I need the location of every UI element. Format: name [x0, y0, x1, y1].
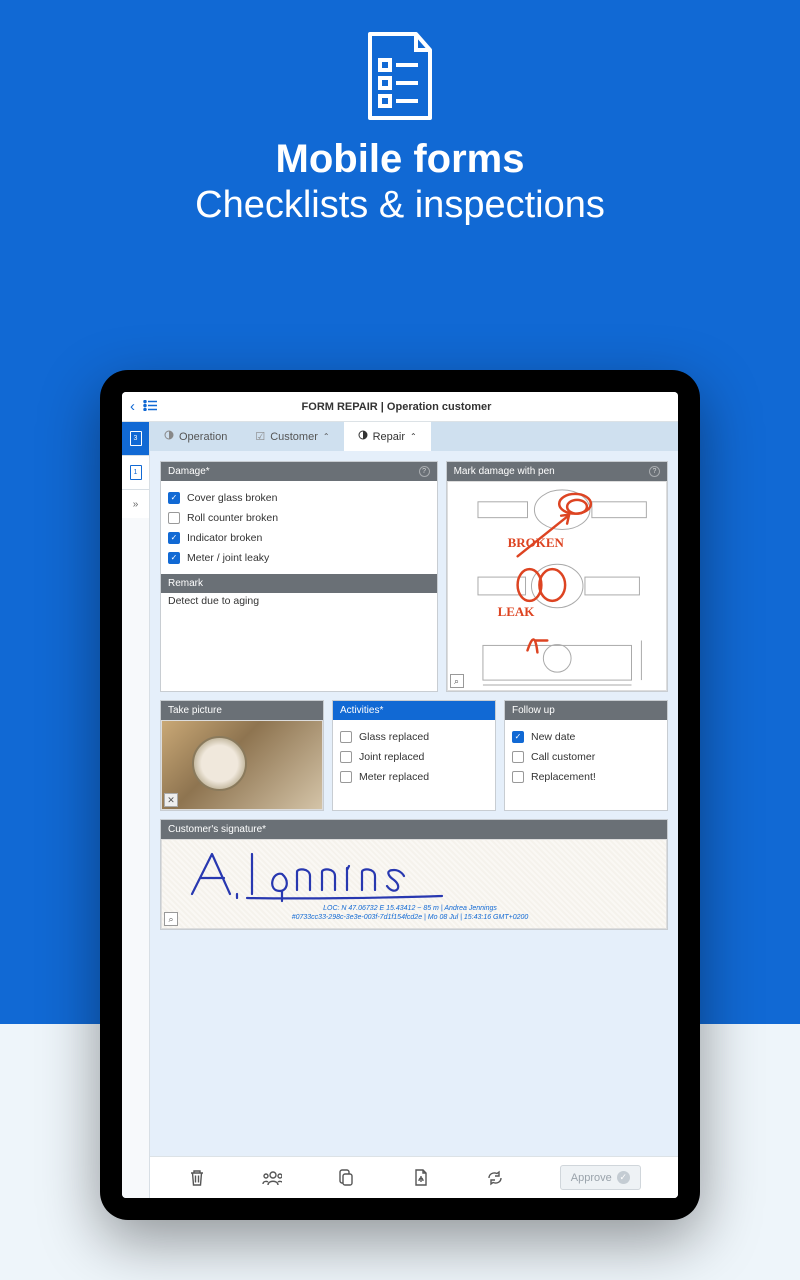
checkbox-row[interactable]: Meter replaced [340, 767, 488, 787]
side-rail: 3 1 » [122, 422, 150, 1198]
activities-panel: Activities* Glass replaced Joint replace… [332, 700, 496, 811]
checkbox-icon: ✓ [168, 552, 180, 564]
damage-title: Damage* [168, 466, 210, 477]
checkbox-icon [512, 751, 524, 763]
page-title: FORM REPAIR | Operation customer [157, 401, 636, 413]
followup-title: Follow up [512, 705, 555, 716]
mark-damage-panel: Mark damage with pen? [446, 461, 668, 692]
signature-title: Customer's signature* [168, 824, 266, 835]
trash-icon[interactable] [187, 1168, 207, 1188]
people-icon[interactable] [262, 1168, 282, 1188]
take-picture-panel: Take picture ✕ [160, 700, 324, 811]
damage-panel: Damage*? ✓Cover glass broken Roll counte… [160, 461, 438, 692]
checkbox-icon: ✓ [512, 731, 524, 743]
check-square-icon: ☑ [255, 430, 265, 443]
remark-input[interactable]: Detect due to aging [161, 593, 437, 663]
mark-title: Mark damage with pen [454, 466, 555, 477]
top-bar: ‹ FORM REPAIR | Operation customer [122, 392, 678, 422]
checkbox-icon: ✓ [168, 532, 180, 544]
followup-panel: Follow up ✓New date Call customer Replac… [504, 700, 668, 811]
checkbox-row[interactable]: Joint replaced [340, 747, 488, 767]
checkbox-icon [512, 771, 524, 783]
checkbox-row[interactable]: ✓Cover glass broken [168, 488, 430, 508]
approve-button[interactable]: Approve✓ [560, 1165, 641, 1190]
checkbox-row[interactable]: Glass replaced [340, 727, 488, 747]
checkbox-icon [340, 751, 352, 763]
rail-doc-3[interactable]: 3 [122, 422, 149, 456]
chevron-up-icon: ⌃ [410, 432, 417, 441]
hero-banner: Mobile forms Checklists & inspections [0, 0, 800, 227]
sync-icon[interactable] [485, 1168, 505, 1188]
checkbox-icon [168, 512, 180, 524]
signature-field[interactable]: LOC: N 47.06732 E 15.43412 ~ 85 m | Andr… [161, 839, 667, 929]
form-tabs: Operation ☑ Customer ⌃ Repair ⌃ [150, 422, 678, 451]
help-icon[interactable]: ? [419, 466, 430, 477]
checklist-icon [358, 30, 442, 129]
drawing-area[interactable]: BROKEN LEAK ⌕ [447, 481, 667, 691]
remark-title: Remark [168, 578, 203, 589]
pdf-icon[interactable] [411, 1168, 431, 1188]
tab-repair[interactable]: Repair ⌃ [344, 422, 431, 451]
half-circle-icon [164, 430, 174, 443]
activities-title: Activities* [340, 705, 383, 716]
annotation-broken: BROKEN [508, 535, 564, 551]
checkbox-row[interactable]: Call customer [512, 747, 660, 767]
magnify-icon[interactable]: ⌕ [450, 674, 464, 688]
tab-customer[interactable]: ☑ Customer ⌃ [241, 422, 343, 451]
bottom-toolbar: Approve✓ [150, 1156, 678, 1198]
annotation-leak: LEAK [498, 604, 535, 620]
hero-title: Mobile forms [0, 137, 800, 182]
checkbox-icon: ✓ [168, 492, 180, 504]
help-icon[interactable]: ? [649, 466, 660, 477]
tab-operation[interactable]: Operation [150, 422, 241, 451]
magnify-icon[interactable]: ⌕ [164, 912, 178, 926]
rail-expand[interactable]: » [122, 490, 149, 518]
tablet-frame: ‹ FORM REPAIR | Operation customer 3 1 »… [100, 370, 700, 1220]
delete-photo-icon[interactable]: ✕ [164, 793, 178, 807]
checkbox-row[interactable]: Replacement! [512, 767, 660, 787]
chevron-up-icon: ⌃ [323, 432, 330, 441]
back-icon[interactable]: ‹ [130, 398, 135, 415]
checkbox-row[interactable]: ✓New date [512, 727, 660, 747]
hero-subtitle: Checklists & inspections [0, 184, 800, 227]
checkbox-row[interactable]: ✓Meter / joint leaky [168, 548, 430, 568]
half-circle-icon [358, 430, 368, 443]
copy-icon[interactable] [336, 1168, 356, 1188]
picture-title: Take picture [168, 705, 222, 716]
signature-metadata: LOC: N 47.06732 E 15.43412 ~ 85 m | Andr… [162, 904, 658, 922]
checkbox-icon [340, 771, 352, 783]
photo-thumbnail[interactable]: ✕ [161, 720, 323, 810]
signature-panel: Customer's signature* LOC: N 47.06732 E … [160, 819, 668, 930]
checkbox-icon [340, 731, 352, 743]
damage-list: ✓Cover glass broken Roll counter broken … [161, 481, 437, 575]
checkbox-row[interactable]: Roll counter broken [168, 508, 430, 528]
checkbox-row[interactable]: ✓Indicator broken [168, 528, 430, 548]
list-icon[interactable] [143, 400, 157, 414]
rail-doc-1[interactable]: 1 [122, 456, 149, 490]
check-circle-icon: ✓ [617, 1171, 630, 1184]
